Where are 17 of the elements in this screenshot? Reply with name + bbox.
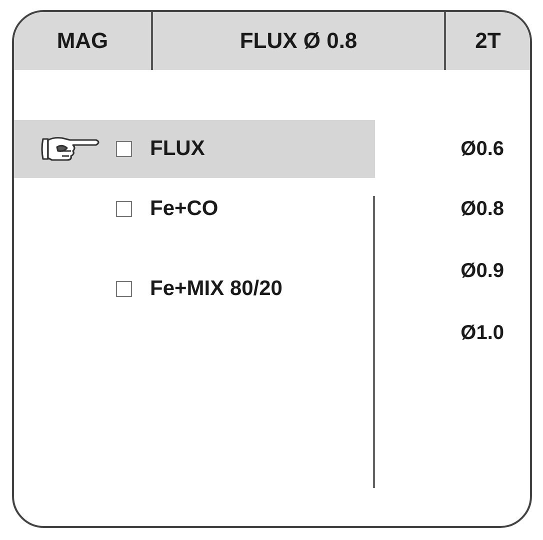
material-label: Fe+MIX 80/20 [150, 277, 282, 301]
material-option[interactable]: Fe+CO [14, 178, 373, 240]
trigger-label: 2T [444, 12, 530, 70]
diameter-option[interactable]: Ø0.8 [460, 178, 504, 240]
wire-label: FLUX Ø 0.8 [151, 12, 444, 70]
material-label: FLUX [150, 137, 205, 161]
diameter-option[interactable]: Ø1.0 [460, 302, 504, 364]
material-option[interactable]: FLUX [14, 120, 375, 178]
checkbox[interactable] [116, 201, 132, 217]
checkbox[interactable] [116, 141, 132, 157]
mode-label: MAG [56, 27, 110, 55]
diameter-option[interactable]: Ø0.9 [460, 240, 504, 302]
pointing-hand-icon [40, 134, 102, 164]
material-option[interactable]: Fe+MIX 80/20 [14, 258, 373, 320]
checkbox[interactable] [116, 281, 132, 297]
material-label: Fe+CO [150, 197, 218, 221]
diameter-option[interactable]: Ø0.6 [460, 120, 504, 178]
